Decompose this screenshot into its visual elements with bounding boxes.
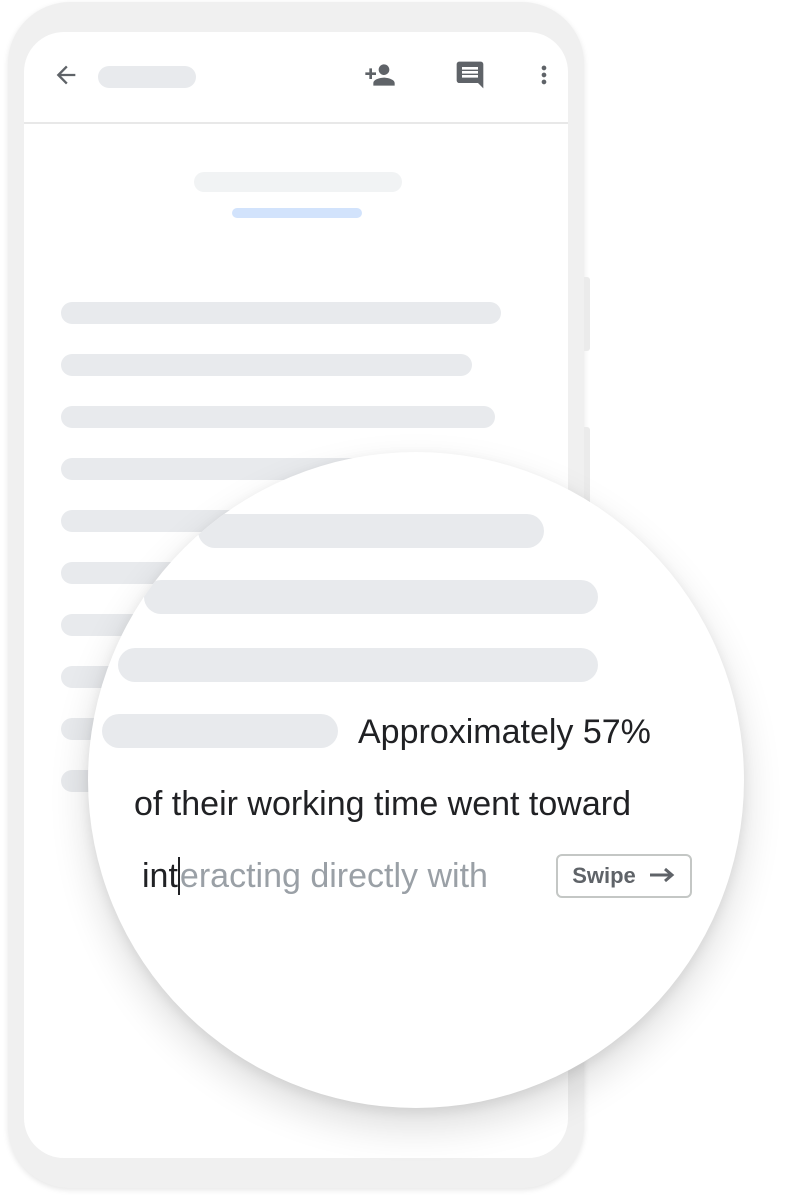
magnified-line-placeholder <box>118 648 598 682</box>
arrow-right-icon <box>648 863 676 889</box>
typed-text: int <box>142 857 178 895</box>
text-line-placeholder <box>61 406 495 428</box>
smart-compose-suggestion: eracting directly with <box>179 857 488 895</box>
app-toolbar <box>24 32 568 124</box>
magnifier-lens: Approximately 57% of their working time … <box>88 452 744 1108</box>
magnified-line-placeholder <box>102 714 338 748</box>
text-line-placeholder <box>61 354 472 376</box>
swipe-label: Swipe <box>572 863 636 888</box>
stage: Approximately 57% of their working time … <box>0 0 792 1200</box>
document-heading-placeholder <box>194 172 402 192</box>
comment-icon[interactable] <box>454 59 486 91</box>
magnified-line-placeholder <box>198 514 544 548</box>
more-vert-icon[interactable] <box>528 59 560 91</box>
document-text-line-2: of their working time went toward <box>134 785 631 823</box>
phone-side-button <box>584 277 590 351</box>
heading-underline <box>232 208 362 218</box>
arrow-back-icon[interactable] <box>50 59 82 91</box>
swipe-accept-button[interactable]: Swipe <box>556 854 692 898</box>
typing-line[interactable]: int eracting directly with <box>142 854 488 898</box>
document-text-line-1: Approximately 57% <box>358 713 651 751</box>
person-add-icon[interactable] <box>364 59 396 91</box>
document-title-placeholder <box>98 66 196 88</box>
text-line-placeholder <box>61 302 501 324</box>
magnified-line-placeholder <box>144 580 598 614</box>
